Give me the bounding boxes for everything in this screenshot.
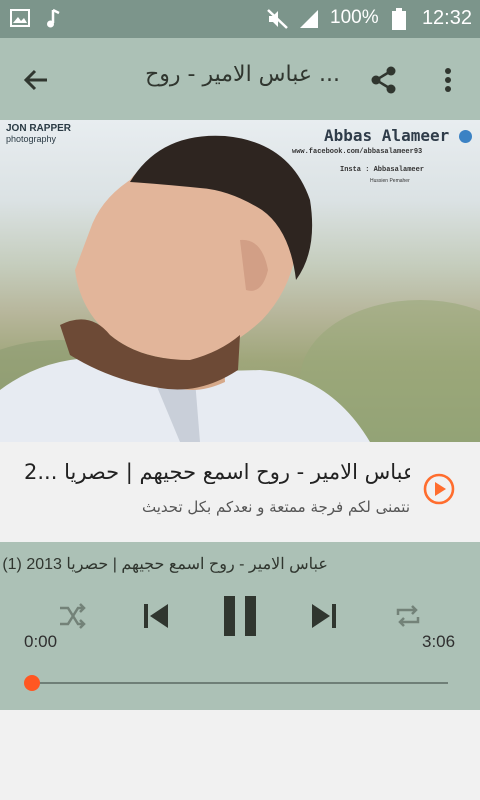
share-button[interactable] — [364, 60, 404, 100]
more-options-button[interactable] — [428, 60, 468, 100]
artist-tag-text: Abbas Alameer — [324, 126, 450, 145]
pause-icon — [224, 596, 256, 636]
more-vert-icon — [445, 68, 451, 92]
cover-art: JON RAPPER photography Abbas Alameer www… — [0, 120, 480, 442]
skip-next-icon — [312, 604, 336, 628]
clock: 12:32 — [421, 7, 472, 29]
shuffle-button[interactable] — [56, 600, 88, 632]
repeat-icon — [396, 605, 420, 627]
previous-button[interactable] — [138, 598, 174, 634]
battery-percent: 100% — [330, 7, 379, 28]
skip-previous-icon — [144, 604, 168, 628]
app-bar: عباس الامير - روح ... — [0, 38, 480, 120]
page-title: عباس الامير - روح ... — [145, 62, 340, 87]
pause-button[interactable] — [216, 592, 264, 640]
battery-icon — [392, 8, 406, 34]
shuffle-icon — [60, 603, 86, 629]
facebook-link: www.facebook.com/abbasalameer93 — [292, 148, 423, 156]
seek-bar[interactable] — [32, 682, 448, 684]
designer-credit: Hussien Pemaher — [370, 178, 410, 184]
status-bar: 100% 12:32 — [0, 0, 480, 38]
play-button[interactable] — [422, 472, 456, 506]
share-icon — [371, 66, 396, 94]
artist-tag: Abbas Alameer — [324, 126, 472, 145]
total-time: 3:06 — [422, 632, 456, 651]
current-time: 0:00 — [24, 632, 58, 651]
track-info[interactable]: عباس الامير - روح اسمع حجيهم | حصريا ...… — [0, 442, 480, 542]
photo-credit-name: JON RAPPER — [6, 123, 72, 134]
repeat-button[interactable] — [392, 600, 424, 632]
next-button[interactable] — [306, 598, 342, 634]
track-subtitle: نتمنى لكم فرجة ممتعة و نعدكم بكل تحديث — [142, 498, 410, 516]
image-icon — [10, 8, 30, 32]
instagram-link: Insta : Abbasalameer — [340, 166, 425, 174]
photo-credit-sub: photography — [6, 134, 57, 144]
track-title: عباس الامير - روح اسمع حجيهم | حصريا ...… — [24, 460, 410, 484]
back-button[interactable] — [16, 60, 56, 100]
footer-area — [0, 710, 480, 800]
back-arrow-icon — [23, 69, 47, 91]
verified-icon — [458, 130, 472, 143]
mute-icon — [266, 8, 290, 34]
now-playing-text: Abbas Alameer - Ro7 Ro7 (1) 2013 عباس ال… — [0, 556, 328, 573]
signal-icon — [298, 8, 320, 34]
now-playing-marquee: Abbas Alameer - Ro7 Ro7 (1) 2013 عباس ال… — [0, 554, 480, 574]
play-circle-icon — [423, 473, 455, 505]
player-panel: Abbas Alameer - Ro7 Ro7 (1) 2013 عباس ال… — [0, 542, 480, 710]
seek-thumb[interactable] — [24, 675, 40, 691]
photo-credit: JON RAPPER photography — [6, 123, 72, 145]
music-note-icon — [46, 8, 62, 34]
